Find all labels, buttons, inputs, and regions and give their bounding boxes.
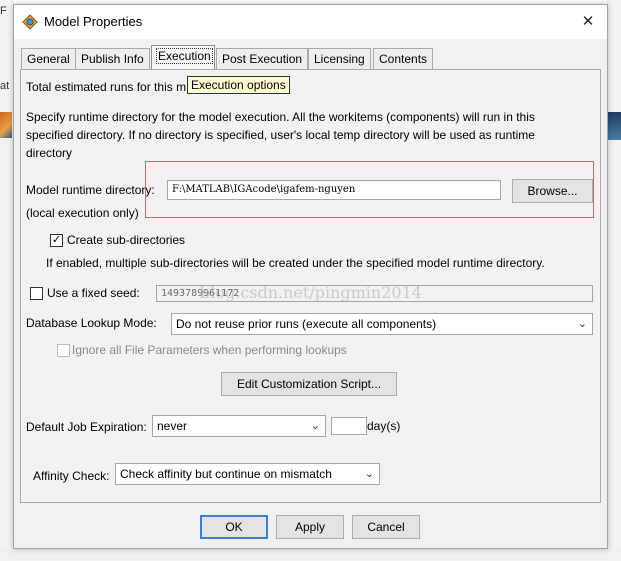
tab-publish-info[interactable]: Publish Info [75, 48, 150, 69]
expiration-days-input[interactable] [331, 417, 367, 435]
chevron-down-icon: ⌄ [364, 468, 374, 480]
runtime-directory-sublabel: (local execution only) [26, 206, 139, 220]
tab-contents[interactable]: Contents [373, 48, 434, 69]
ignore-file-params-label: Ignore all File Parameters when performi… [72, 343, 347, 357]
chevron-down-icon: ⌄ [577, 318, 587, 330]
model-properties-dialog: Model Properties ✕ General Publish Info … [13, 4, 608, 549]
fixed-seed-label[interactable]: Use a fixed seed: [47, 286, 140, 300]
tab-general[interactable]: General [21, 48, 76, 69]
job-expiration-label: Default Job Expiration: [26, 420, 147, 434]
model-gear-icon [22, 14, 38, 30]
tab-label: General [27, 52, 70, 66]
close-icon[interactable]: ✕ [575, 11, 601, 33]
lookup-mode-label: Database Lookup Mode: [26, 316, 157, 330]
tab-label: Post Execution [222, 52, 303, 66]
fixed-seed-checkbox[interactable] [30, 287, 43, 300]
browse-button[interactable]: Browse... [512, 179, 593, 203]
lookup-mode-select[interactable]: Do not reuse prior runs (execute all com… [171, 313, 593, 335]
dialog-title: Model Properties [44, 14, 143, 29]
edit-customization-script-button[interactable]: Edit Customization Script... [221, 372, 397, 396]
job-expiration-value: never [157, 419, 188, 433]
execution-tooltip: Execution options [187, 76, 290, 94]
days-unit-label: day(s) [367, 419, 401, 433]
chevron-down-icon: ⌄ [310, 420, 320, 432]
affinity-check-label: Affinity Check: [33, 469, 110, 483]
job-expiration-select[interactable]: never ⌄ [152, 415, 326, 437]
tab-post-execution[interactable]: Post Execution [216, 48, 309, 69]
checkmark-icon: ✓ [51, 234, 62, 246]
runtime-description-line: Specify runtime directory for the model … [26, 110, 535, 124]
tab-licensing[interactable]: Licensing [308, 48, 371, 69]
estimated-runs-label: Total estimated runs for this m [26, 80, 187, 94]
cancel-button[interactable]: Cancel [352, 515, 420, 539]
affinity-check-value: Check affinity but continue on mismatch [120, 467, 332, 481]
background-toolbar-icon [607, 112, 621, 140]
seed-input[interactable]: 1493789961172 [156, 285, 593, 302]
lookup-mode-value: Do not reuse prior runs (execute all com… [176, 317, 437, 331]
tab-label: Contents [379, 52, 428, 66]
tab-execution[interactable]: Execution [151, 45, 215, 70]
runtime-description-line: directory [26, 146, 73, 160]
runtime-description-line: specified directory. If no directory is … [26, 128, 535, 142]
title-bar[interactable]: Model Properties ✕ [14, 5, 607, 39]
affinity-check-select[interactable]: Check affinity but continue on mismatch … [115, 463, 380, 485]
runtime-directory-label: Model runtime directory: [26, 183, 155, 197]
create-subdirs-label[interactable]: Create sub-directories [67, 233, 185, 247]
ignore-file-params-checkbox[interactable] [57, 344, 70, 357]
subdirs-note: If enabled, multiple sub-directories wil… [46, 256, 545, 270]
tab-label: Licensing [314, 52, 365, 66]
apply-button[interactable]: Apply [276, 515, 344, 539]
tab-label: Publish Info [81, 52, 144, 66]
background-text-mid: at [0, 80, 10, 92]
background-text-top: F [0, 5, 7, 17]
runtime-directory-input[interactable]: F:\MATLAB\IGAcode\igafem-nguyen [167, 180, 501, 200]
background-bottom [0, 548, 621, 561]
create-subdirs-checkbox[interactable]: ✓ [50, 234, 63, 247]
background-app-icon [0, 112, 12, 138]
ok-button[interactable]: OK [200, 515, 268, 539]
tab-label: Execution [156, 48, 213, 64]
background-window-right [606, 0, 621, 561]
